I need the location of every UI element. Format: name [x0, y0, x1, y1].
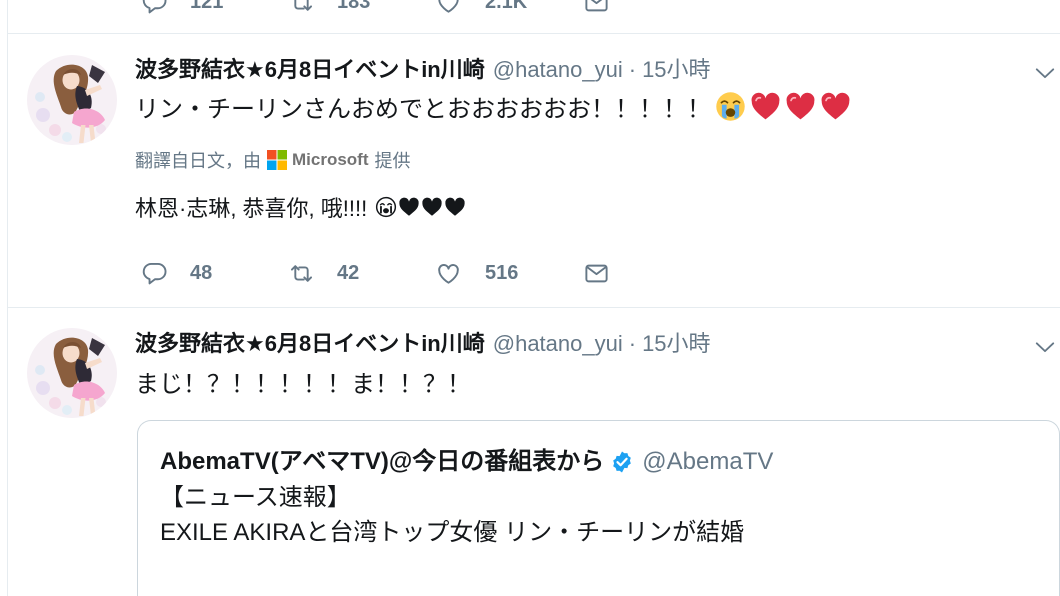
tweet-header: 波多野結衣★6月8日イベントin川崎 @hatano_yui · 15小時	[135, 329, 1025, 359]
quoted-author-name[interactable]: AbemaTV(アベマTV)@今日の番組表から	[160, 445, 604, 479]
translated-text-content: 林恩·志琳, 恭喜你, 哦!!!!	[135, 196, 368, 221]
tweet-timestamp[interactable]: 15小時	[642, 57, 710, 82]
twitter-timeline: 121 183 2.1K 波多野結衣★6月8日イベントin川崎 @hatano_…	[0, 0, 1060, 596]
direct-message-button[interactable]	[583, 260, 610, 287]
previous-tweet-actions-clip: 121 183 2.1K	[0, 0, 1060, 16]
translated-text: 林恩·志琳, 恭喜你, 哦!!!!	[135, 192, 1035, 222]
translation-label-suffix: 提供	[374, 151, 411, 171]
quoted-tweet[interactable]: AbemaTV(アベマTV)@今日の番組表から @AbemaTV 【ニュース速報…	[137, 420, 1060, 596]
avatar-image	[27, 328, 117, 418]
author-handle[interactable]: @hatano_yui	[493, 57, 623, 82]
retweet-button[interactable]	[288, 0, 315, 16]
quoted-author-handle[interactable]: @AbemaTV	[642, 445, 773, 479]
loudly-crying-face-emoji	[376, 196, 397, 218]
tweet-timestamp[interactable]: 15小時	[642, 331, 710, 356]
author-name[interactable]: 波多野結衣★6月8日イベントin川崎	[135, 57, 485, 82]
tweet-divider	[7, 307, 1060, 308]
like-button[interactable]	[435, 0, 462, 16]
heart-icon	[438, 0, 459, 13]
translation-provider[interactable]: Microsoft	[292, 150, 369, 170]
like-count: 2.1K	[485, 0, 528, 13]
quoted-tweet-header: AbemaTV(アベマTV)@今日の番組表から @AbemaTV	[160, 445, 1040, 479]
tweet-menu-button[interactable]	[1034, 62, 1056, 84]
tweet-menu-button[interactable]	[1034, 336, 1056, 358]
tweet-header: 波多野結衣★6月8日イベントin川崎 @hatano_yui · 15小時	[135, 55, 1025, 85]
retweet-count: 183	[337, 0, 371, 13]
envelope-icon	[585, 264, 608, 283]
red-heart-emoji	[786, 92, 815, 119]
tweet-text-content: まじ！？！！！！！ま！！？！	[135, 370, 471, 398]
tweet-text: まじ！？！！！！！ま！！？！	[135, 364, 1035, 398]
black-heart-emoji	[445, 197, 465, 216]
avatar-image	[27, 55, 117, 145]
like-button[interactable]	[435, 260, 462, 287]
reply-button[interactable]	[141, 0, 168, 16]
retweet-icon	[290, 265, 313, 282]
black-heart-emoji	[399, 197, 419, 216]
reply-button[interactable]	[141, 260, 168, 287]
reply-icon	[142, 0, 167, 14]
verified-badge-icon	[613, 451, 632, 473]
quoted-tweet-text: 【ニュース速報】	[160, 484, 351, 511]
tweet-text: リン・チーリンさんおめでとおおおおおお！！！！！	[135, 89, 1035, 123]
like-count: 516	[485, 262, 519, 284]
tweet-actions: 48 42 516	[0, 257, 700, 289]
red-heart-emoji	[751, 92, 780, 119]
loudly-crying-face-emoji	[716, 91, 745, 121]
author-name[interactable]: 波多野結衣★6月8日イベントin川崎	[135, 331, 485, 356]
quoted-tweet-text: EXILE AKIRAと台湾トップ女優 リン・チーリンが結婚	[160, 519, 745, 546]
reply-icon	[142, 262, 167, 285]
translation-label-prefix: 翻譯自日文，由	[135, 151, 261, 171]
retweet-count: 42	[337, 262, 360, 284]
timeline-left-border	[7, 0, 8, 596]
reply-count: 121	[190, 0, 224, 13]
black-heart-emoji	[422, 197, 442, 216]
red-heart-emoji	[821, 92, 850, 119]
tweet-text-content: リン・チーリンさんおめでとおおおおおお！！！！！	[135, 95, 711, 123]
retweet-button[interactable]	[288, 260, 315, 287]
author-handle[interactable]: @hatano_yui	[493, 331, 623, 356]
avatar[interactable]	[27, 55, 117, 145]
direct-message-button[interactable]	[583, 0, 610, 16]
retweet-icon	[294, 0, 313, 11]
reply-count: 48	[190, 262, 213, 284]
chevron-down-icon	[1035, 342, 1055, 353]
dot-separator: ·	[628, 331, 637, 356]
microsoft-logo-icon	[267, 150, 287, 170]
quoted-tweet-text-line: EXILE AKIRAと台湾トップ女優 リン・チーリンが結婚	[160, 516, 1040, 550]
tweet-divider	[7, 33, 1060, 34]
envelope-icon	[585, 0, 608, 12]
previous-tweet-actions: 121 183 2.1K	[0, 0, 700, 16]
chevron-down-icon	[1035, 68, 1055, 79]
heart-icon	[438, 264, 459, 284]
quoted-tweet-text-line: 【ニュース速報】	[160, 481, 1040, 515]
avatar[interactable]	[27, 328, 117, 418]
dot-separator: ·	[628, 57, 637, 82]
translation-attribution: 翻譯自日文，由 Microsoft 提供	[135, 147, 735, 173]
